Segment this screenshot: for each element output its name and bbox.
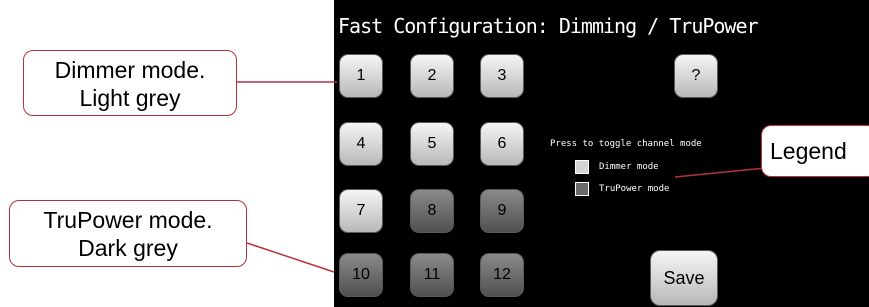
legend-trupower-row: TruPower mode	[575, 182, 669, 196]
channel-button-2[interactable]: 2	[410, 54, 454, 98]
callout-legend: Legend	[761, 125, 869, 177]
legend-dimmer-label: Dimmer mode	[599, 162, 659, 172]
help-button[interactable]: ?	[674, 54, 718, 98]
callout-trupower: TruPower mode. Dark grey	[9, 200, 247, 267]
channel-button-10[interactable]: 10	[339, 253, 383, 297]
channel-button-5[interactable]: 5	[410, 122, 454, 166]
channel-button-9[interactable]: 9	[480, 189, 524, 233]
callout-dimmer: Dimmer mode. Light grey	[23, 50, 237, 116]
callout-trupower-line2: Dark grey	[78, 235, 178, 261]
channel-button-12[interactable]: 12	[480, 253, 524, 297]
dimmer-swatch	[575, 160, 589, 174]
legend-trupower-label: TruPower mode	[599, 184, 670, 194]
callout-dimmer-line1: Dimmer mode.	[54, 57, 206, 83]
channel-button-3[interactable]: 3	[480, 54, 524, 98]
channel-button-11[interactable]: 11	[410, 253, 454, 297]
trupower-swatch	[575, 182, 589, 196]
channel-button-7[interactable]: 7	[339, 189, 383, 233]
channel-button-4[interactable]: 4	[339, 122, 383, 166]
callout-legend-line1: Legend	[770, 138, 847, 164]
channel-button-6[interactable]: 6	[480, 122, 524, 166]
screen-title: Fast Configuration: Dimming / TruPower	[338, 14, 759, 38]
callout-trupower-line1: TruPower mode.	[43, 207, 213, 233]
trupower-leader	[246, 242, 335, 273]
legend-hint: Press to toggle channel mode	[550, 139, 702, 149]
channel-button-1[interactable]: 1	[339, 54, 383, 98]
callout-dimmer-line2: Light grey	[79, 85, 181, 111]
legend-dimmer-row: Dimmer mode	[575, 160, 659, 174]
channel-button-8[interactable]: 8	[410, 189, 454, 233]
save-button[interactable]: Save	[650, 250, 718, 306]
